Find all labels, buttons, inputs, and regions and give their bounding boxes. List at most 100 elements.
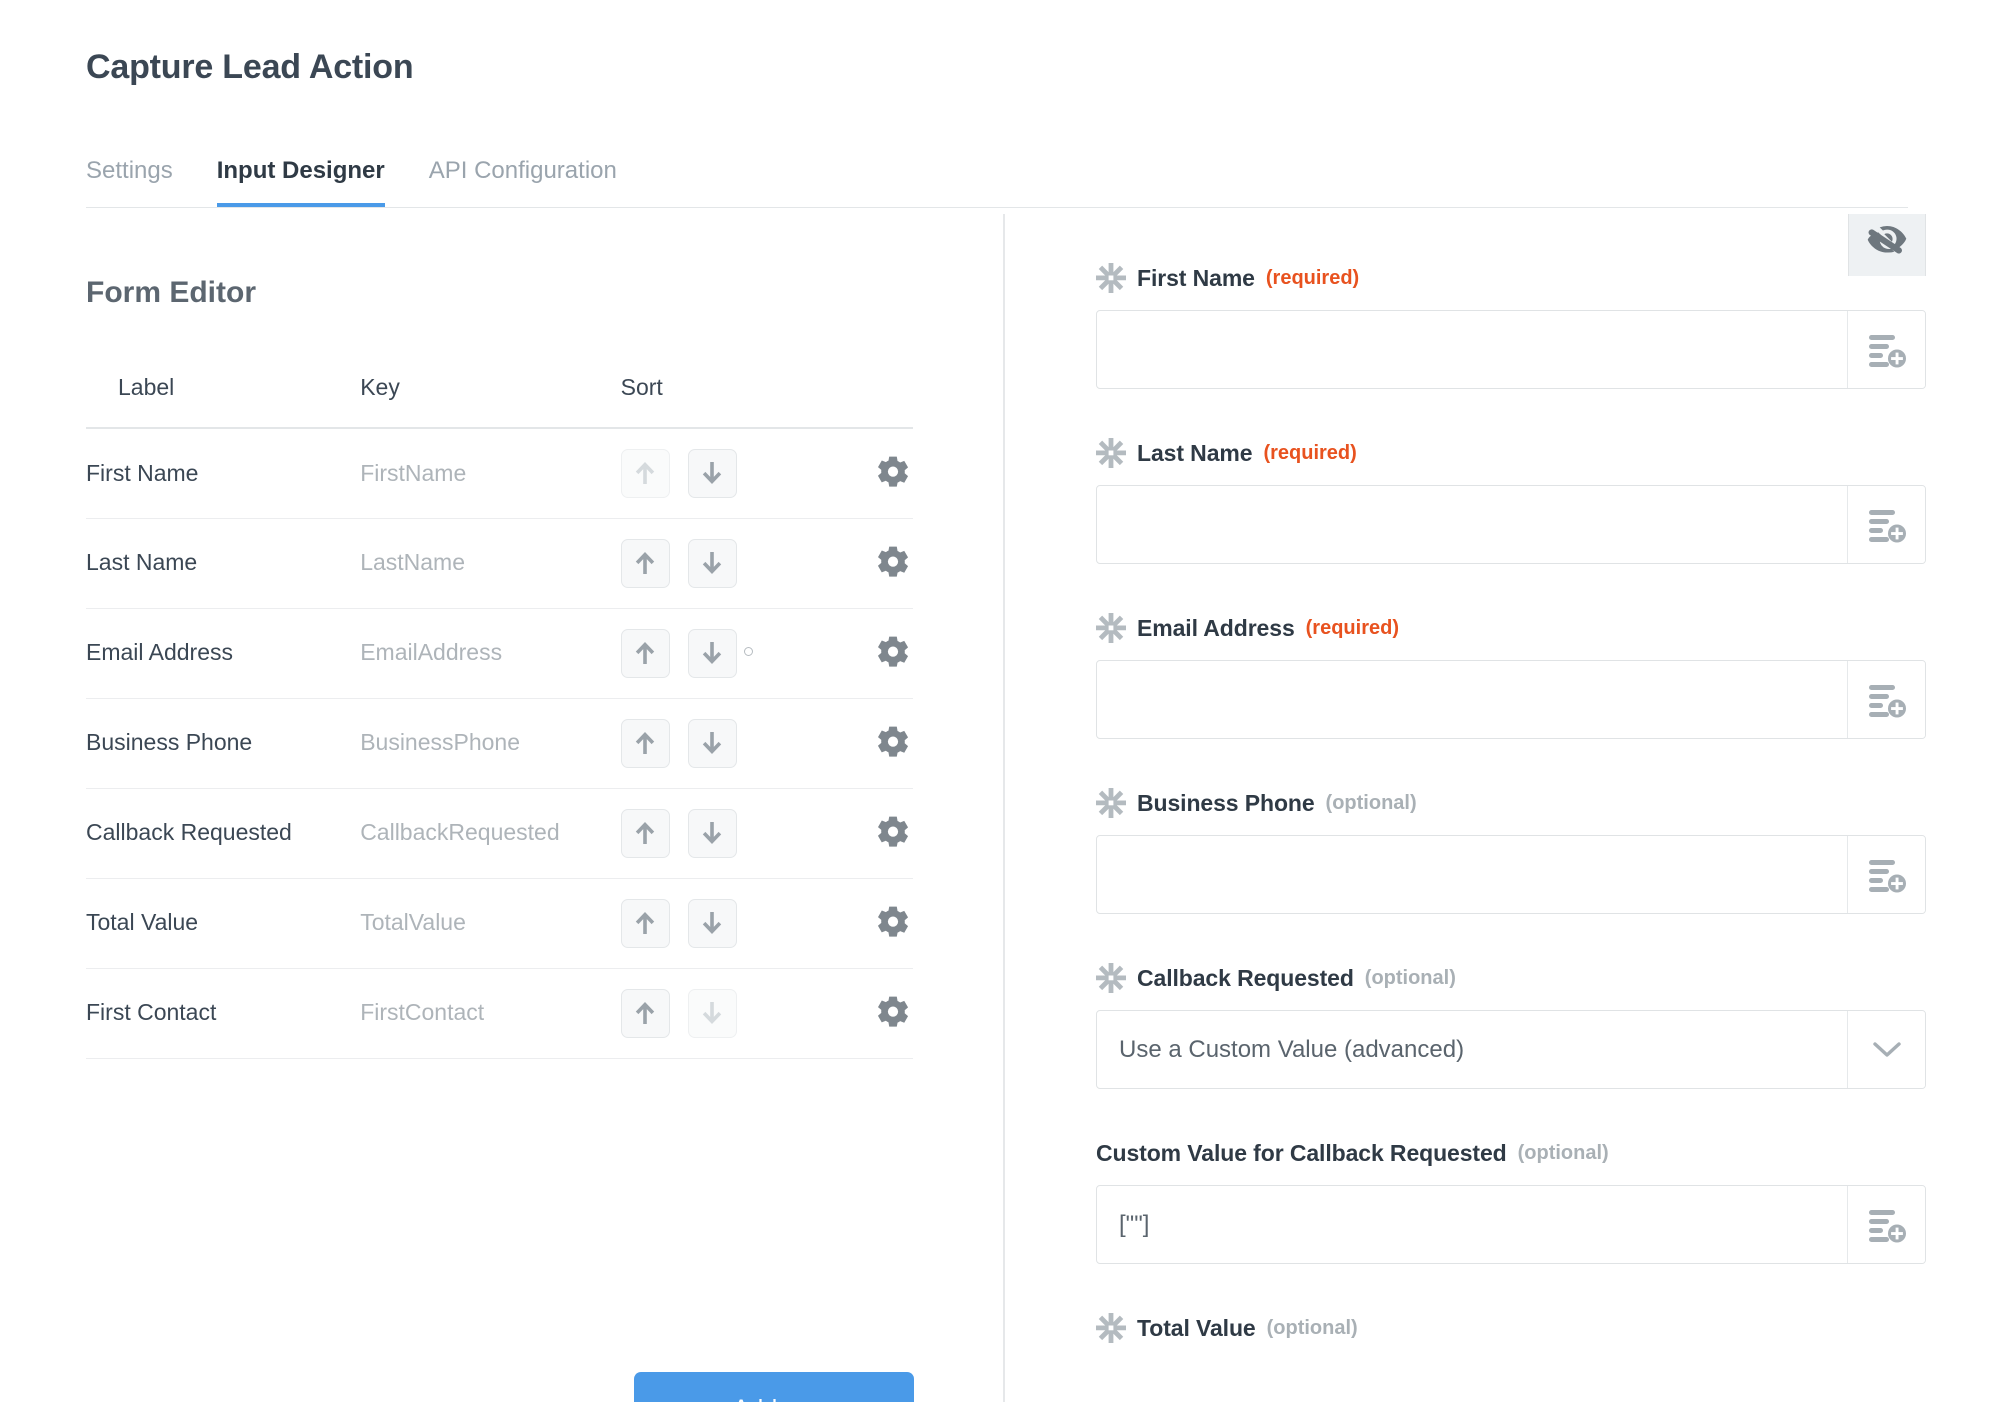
- sort-down-button[interactable]: [687, 538, 737, 588]
- row-label: Email Address: [86, 608, 361, 699]
- field-input[interactable]: [1097, 311, 1847, 388]
- gear-icon[interactable]: [873, 633, 913, 673]
- field-label: Last Name (required): [1096, 437, 1926, 469]
- insert-field-button[interactable]: [1847, 661, 1925, 738]
- row-key: LastName: [360, 518, 621, 609]
- field-input-row: [1096, 1185, 1926, 1264]
- sort-up-button[interactable]: [620, 898, 670, 948]
- asterisk-icon: [1096, 438, 1126, 468]
- field-input-row: [1096, 660, 1926, 739]
- tab-api-configuration[interactable]: API Configuration: [429, 159, 617, 208]
- field-select-value[interactable]: Use a Custom Value (advanced): [1097, 1011, 1847, 1088]
- arrow-up-icon: [632, 459, 658, 487]
- field-label: Total Value (optional): [1096, 1312, 1926, 1344]
- asterisk-icon: [1096, 963, 1126, 993]
- table-row: Last Name LastName: [86, 518, 913, 609]
- preview-field: Total Value (optional): [1096, 1312, 1926, 1344]
- sort-up-button[interactable]: [620, 538, 670, 588]
- insert-field-button[interactable]: [1847, 836, 1925, 913]
- row-sort-controls: [620, 788, 849, 879]
- arrow-up-icon: [632, 909, 658, 937]
- row-key: BusinessPhone: [360, 698, 621, 789]
- row-key: TotalValue: [360, 878, 621, 969]
- sort-up-button[interactable]: [620, 808, 670, 858]
- hide-field-button[interactable]: [1848, 214, 1926, 276]
- table-body: First Name FirstName Last Name LastName Emai…: [86, 428, 913, 1059]
- preview-field: Business Phone (optional): [1096, 787, 1926, 914]
- sort-up-button[interactable]: [620, 628, 670, 678]
- sort-down-button[interactable]: [687, 718, 737, 768]
- arrow-up-icon: [632, 729, 658, 757]
- field-label-text: Last Name: [1137, 439, 1253, 466]
- column-header-key: Key: [360, 374, 621, 429]
- field-input[interactable]: [1097, 836, 1847, 913]
- insert-field-button[interactable]: [1847, 1186, 1925, 1263]
- form-fields-table: Label Key Sort First Name FirstName Last N…: [86, 374, 913, 1059]
- column-header-settings: [849, 374, 913, 429]
- add-button-label: Add: [733, 1395, 777, 1402]
- sort-up-button[interactable]: [620, 988, 670, 1038]
- add-button[interactable]: Add: [634, 1372, 914, 1402]
- field-input[interactable]: [1097, 486, 1847, 563]
- gear-icon[interactable]: [873, 993, 913, 1033]
- field-label-text: Email Address: [1137, 614, 1295, 641]
- field-requirement-badge: (optional): [1364, 966, 1456, 989]
- field-input[interactable]: [1097, 661, 1847, 738]
- arrow-down-icon: [699, 819, 725, 847]
- sort-up-button: [620, 448, 670, 498]
- table-header: Label Key Sort: [86, 374, 913, 429]
- asterisk-icon: [1096, 263, 1126, 293]
- field-label: Business Phone (optional): [1096, 787, 1926, 819]
- row-sort-controls: [620, 608, 849, 699]
- row-label: Business Phone: [86, 698, 361, 789]
- field-requirement-badge: (optional): [1325, 791, 1417, 814]
- field-label: Callback Requested (optional): [1096, 962, 1926, 994]
- sort-down-button[interactable]: [687, 628, 737, 678]
- tab-input-designer[interactable]: Input Designer: [216, 159, 385, 208]
- insert-field-icon: [1867, 506, 1907, 544]
- select-toggle-button[interactable]: [1847, 1011, 1925, 1088]
- tab-settings[interactable]: Settings: [86, 159, 173, 208]
- sort-down-button: [687, 988, 737, 1038]
- gear-icon[interactable]: [873, 723, 913, 763]
- field-label-text: First Name: [1137, 264, 1255, 291]
- sort-down-button[interactable]: [687, 448, 737, 498]
- arrow-up-icon: [632, 549, 658, 577]
- table-row: First Contact FirstContact: [86, 968, 913, 1059]
- field-requirement-badge: (required): [1305, 616, 1399, 639]
- preview-field: Email Address (required): [1096, 612, 1926, 739]
- asterisk-icon: [1096, 1313, 1126, 1343]
- preview-field-list: First Name (required) Last Name (required) E…: [1096, 214, 1926, 1392]
- row-sort-controls: [620, 968, 849, 1059]
- sort-down-button[interactable]: [687, 808, 737, 858]
- field-requirement-badge: (required): [1265, 266, 1360, 289]
- field-requirement-badge: (optional): [1266, 1316, 1358, 1339]
- row-label: First Contact: [86, 968, 361, 1059]
- insert-field-icon: [1867, 1206, 1907, 1244]
- input-designer-page: Capture Lead Action Settings Input Design…: [0, 0, 1995, 1402]
- arrow-down-icon: [699, 999, 725, 1027]
- insert-field-button[interactable]: [1847, 311, 1925, 388]
- sort-down-button[interactable]: [687, 898, 737, 948]
- field-requirement-badge: (required): [1263, 441, 1357, 464]
- gear-icon[interactable]: [873, 903, 913, 943]
- row-settings-cell: [849, 428, 913, 519]
- gear-icon[interactable]: [873, 543, 913, 583]
- sort-up-button[interactable]: [620, 718, 670, 768]
- field-input-row: [1096, 485, 1926, 564]
- table-header-row: Label Key Sort: [86, 374, 913, 429]
- field-input[interactable]: [1097, 1186, 1847, 1263]
- row-settings-cell: [849, 788, 913, 879]
- insert-field-button[interactable]: [1847, 486, 1925, 563]
- row-key: FirstContact: [360, 968, 621, 1059]
- form-editor-pane: Form Editor Label Key Sort First Name Fir…: [0, 214, 1003, 1402]
- eye-slash-icon: [1865, 219, 1909, 259]
- field-select-row[interactable]: Use a Custom Value (advanced): [1096, 1010, 1926, 1089]
- arrow-up-icon: [632, 999, 658, 1027]
- gear-icon[interactable]: [873, 453, 913, 493]
- cursor-artifact: [744, 647, 753, 656]
- row-settings-cell: [849, 608, 913, 699]
- gear-icon[interactable]: [873, 813, 913, 853]
- row-label: Last Name: [86, 518, 361, 609]
- column-header-sort: Sort: [620, 374, 849, 429]
